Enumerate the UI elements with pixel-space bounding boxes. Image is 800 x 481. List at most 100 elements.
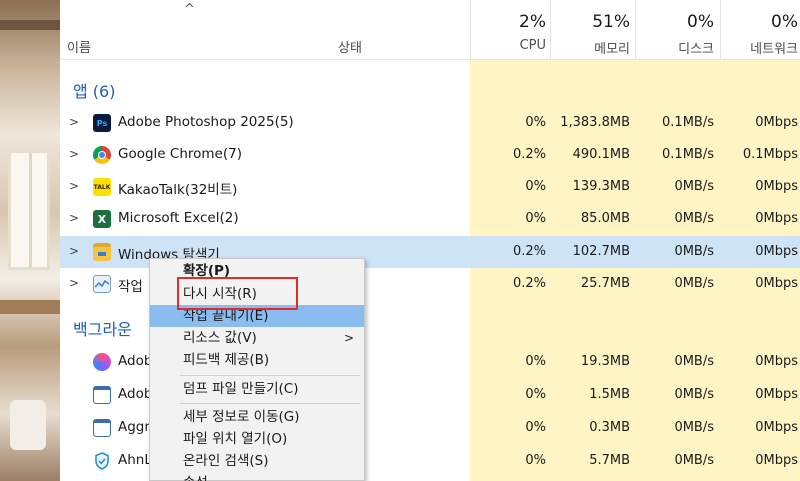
adobe-app-icon (93, 353, 111, 371)
memory-value: 0.3MB (589, 420, 630, 435)
task-manager-window: ^ 이름 상태 2% CPU 51% 메모리 0% 디스크 0% 네트워크 앱 … (60, 0, 800, 481)
process-name: Adob (118, 386, 153, 402)
process-name: Adobe Photoshop 2025(5) (118, 114, 294, 130)
chevron-right-icon[interactable]: > (69, 244, 79, 258)
column-divider[interactable] (550, 0, 551, 60)
cpu-value: 0.2% (512, 147, 546, 162)
cpu-value: 0% (525, 179, 546, 194)
network-value: 0Mbps (755, 115, 798, 130)
cpu-value: 0% (525, 453, 546, 468)
network-value: 0Mbps (755, 276, 798, 291)
memory-value: 5.7MB (589, 453, 630, 468)
disk-value: 0.1MB/s (662, 147, 714, 162)
menu-divider (180, 403, 360, 404)
cpu-percent: 2% (519, 12, 546, 32)
process-name: Google Chrome(7) (118, 146, 242, 162)
network-value: 0.1Mbps (742, 147, 798, 162)
process-name: 작업 (118, 279, 143, 295)
chevron-right-icon[interactable]: > (69, 211, 79, 225)
background-photo-strip (0, 0, 60, 481)
menu-item-go-to-details[interactable]: 세부 정보로 이동(G) (150, 406, 364, 428)
process-row[interactable]: > Ps Adobe Photoshop 2025(5) 0% 1,383.8M… (60, 107, 800, 139)
network-value: 0Mbps (755, 420, 798, 435)
cpu-value: 0% (525, 420, 546, 435)
memory-value: 19.3MB (580, 354, 630, 369)
header-name[interactable]: 이름 (67, 37, 91, 56)
photo-window (8, 150, 50, 270)
memory-value: 102.7MB (572, 244, 630, 259)
task-manager-icon (93, 275, 111, 293)
photo-chair (10, 400, 46, 450)
window-app-icon (93, 419, 111, 437)
network-value: 0Mbps (755, 387, 798, 402)
menu-item-label: 리소스 값(V) (183, 330, 257, 346)
cpu-value: 0.2% (512, 244, 546, 259)
excel-icon: X (93, 210, 111, 228)
cpu-value: 0.2% (512, 276, 546, 291)
network-value: 0Mbps (755, 211, 798, 226)
network-value: 0Mbps (755, 244, 798, 259)
disk-value: 0MB/s (674, 387, 714, 402)
submenu-arrow-icon: > (343, 331, 354, 345)
network-percent: 0% (771, 12, 798, 32)
network-value: 0Mbps (755, 453, 798, 468)
disk-value: 0MB/s (674, 244, 714, 259)
group-apps: 앱 (6) (73, 82, 116, 101)
annotation-highlight-box (177, 277, 298, 310)
memory-value: 139.3MB (572, 179, 630, 194)
process-name: Adob (118, 353, 153, 369)
process-row[interactable]: > TALK KakaoTalk(32비트) 0% 139.3MB 0MB/s … (60, 171, 800, 203)
header-status[interactable]: 상태 (338, 37, 362, 56)
menu-item-create-dump[interactable]: 덤프 파일 만들기(C) (150, 378, 364, 400)
disk-value: 0MB/s (674, 354, 714, 369)
chevron-right-icon[interactable]: > (69, 115, 79, 129)
header-cpu[interactable]: CPU (520, 38, 546, 53)
shield-icon (93, 452, 111, 470)
disk-value: 0MB/s (674, 420, 714, 435)
disk-value: 0MB/s (674, 276, 714, 291)
header-network[interactable]: 네트워크 (750, 38, 798, 57)
process-row[interactable]: > Google Chrome(7) 0.2% 490.1MB 0.1MB/s … (60, 139, 800, 171)
network-value: 0Mbps (755, 354, 798, 369)
memory-percent: 51% (592, 12, 630, 32)
process-name: Aggr (118, 419, 150, 435)
kakaotalk-icon: TALK (93, 178, 111, 196)
disk-value: 0MB/s (674, 179, 714, 194)
process-name: Microsoft Excel(2) (118, 210, 239, 226)
column-divider[interactable] (720, 0, 721, 60)
memory-value: 85.0MB (580, 211, 630, 226)
chevron-right-icon[interactable]: > (69, 147, 79, 161)
file-explorer-icon (93, 243, 111, 261)
sort-caret-icon[interactable]: ^ (184, 2, 195, 17)
cpu-value: 0% (525, 115, 546, 130)
process-row[interactable]: > X Microsoft Excel(2) 0% 85.0MB 0MB/s 0… (60, 203, 800, 235)
chrome-icon (93, 146, 111, 164)
chevron-right-icon[interactable]: > (69, 179, 79, 193)
process-name: AhnL (118, 452, 152, 468)
cpu-value: 0% (525, 211, 546, 226)
group-background: 백그라운 (73, 320, 132, 339)
window-app-icon (93, 386, 111, 404)
network-value: 0Mbps (755, 179, 798, 194)
header-disk[interactable]: 디스크 (678, 38, 714, 57)
disk-value: 0.1MB/s (662, 115, 714, 130)
photoshop-icon: Ps (93, 114, 111, 132)
memory-value: 25.7MB (580, 276, 630, 291)
column-divider[interactable] (635, 0, 636, 60)
memory-value: 1.5MB (589, 387, 630, 402)
header-memory[interactable]: 메모리 (594, 38, 630, 57)
column-divider[interactable] (470, 0, 471, 60)
menu-item-properties[interactable]: 속성 (150, 472, 364, 481)
menu-item-search-online[interactable]: 온라인 검색(S) (150, 450, 364, 472)
disk-value: 0MB/s (674, 211, 714, 226)
menu-item-feedback[interactable]: 피드백 제공(B) (150, 349, 364, 371)
memory-value: 490.1MB (572, 147, 630, 162)
chevron-right-icon[interactable]: > (69, 276, 79, 290)
menu-divider (180, 375, 360, 376)
cpu-value: 0% (525, 387, 546, 402)
menu-item-open-file-location[interactable]: 파일 위치 열기(O) (150, 428, 364, 450)
process-name: KakaoTalk(32비트) (118, 182, 238, 198)
photo-beam (0, 20, 60, 30)
cpu-value: 0% (525, 354, 546, 369)
menu-item-resource-values[interactable]: 리소스 값(V) > (150, 327, 364, 349)
